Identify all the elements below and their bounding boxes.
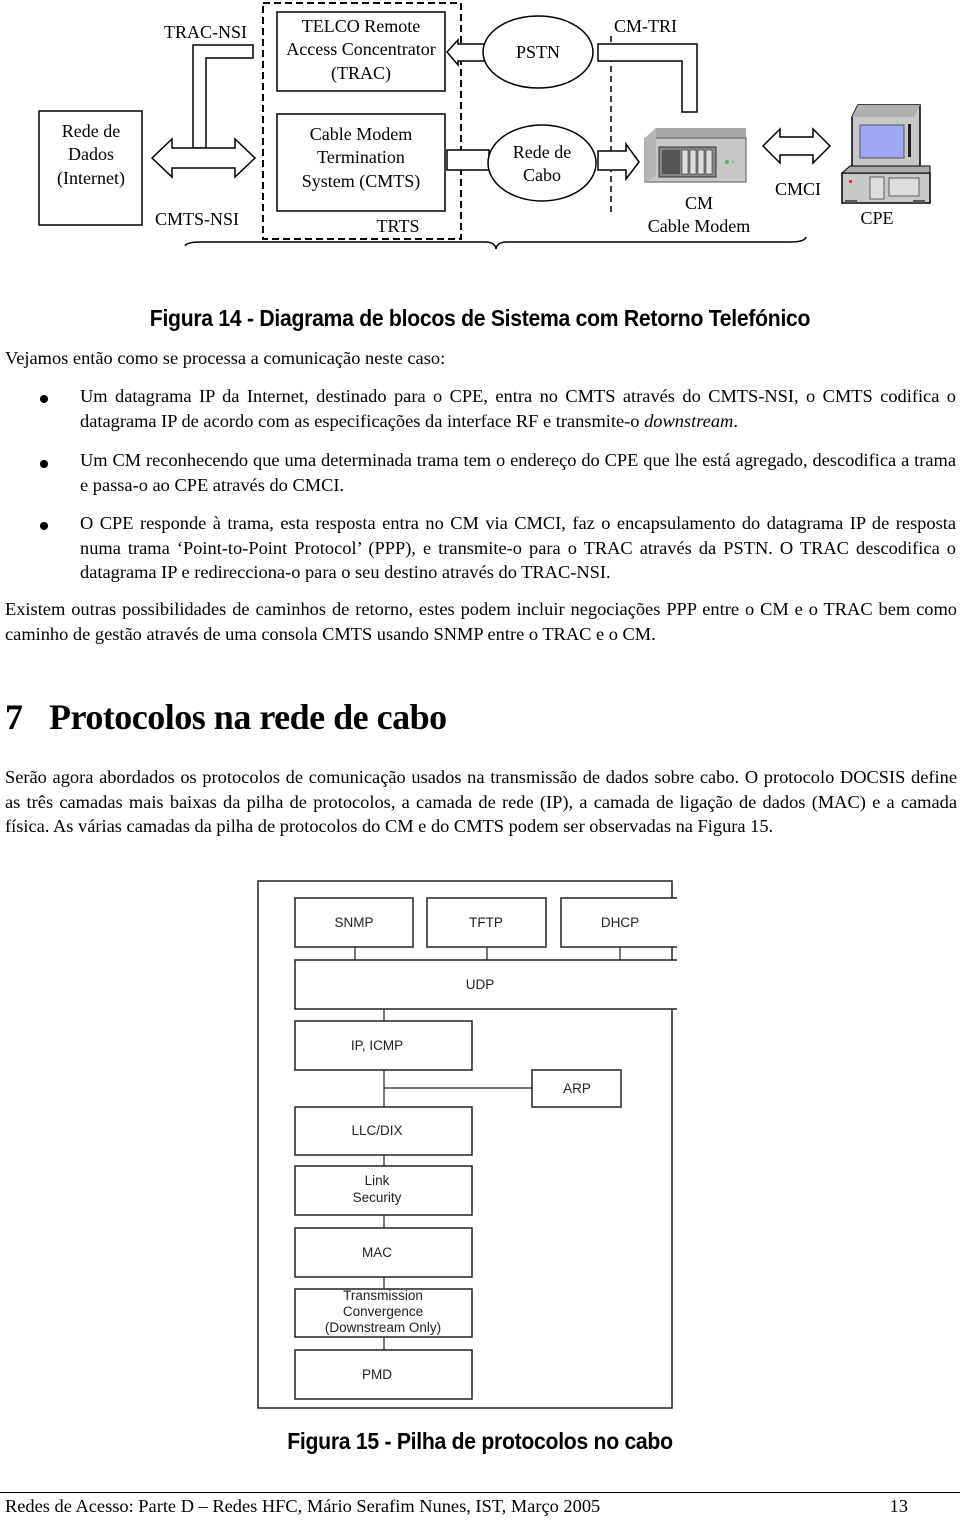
bullet-icon <box>40 522 48 530</box>
rede-dados-label-3: (Internet) <box>57 168 125 189</box>
layer-tc-label-2: Convergence <box>343 1304 423 1319</box>
rede-cabo-label-2: Cabo <box>523 165 561 185</box>
bullet-item-3: O CPE responde à trama, esta resposta en… <box>80 513 956 582</box>
trac-nsi-label: TRAC-NSI <box>164 22 247 42</box>
figure-14-caption: Figura 14 - Diagrama de blocos de Sistem… <box>149 305 811 331</box>
trac-nsi-connector <box>192 44 254 149</box>
bullet-1-tail: . <box>733 410 738 431</box>
cmts-label-1: Cable Modem <box>310 124 412 144</box>
intro-paragraph: Vejamos então como se processa a comunic… <box>5 348 446 368</box>
computer-icon <box>840 104 931 204</box>
rede-dados-label-2: Dados <box>68 144 114 164</box>
trts-label: TRTS <box>377 216 420 236</box>
return-paths-paragraph: Existem outras possibilidades de caminho… <box>5 599 957 644</box>
cmts-label-3: System (CMTS) <box>302 171 421 192</box>
cm-label-1: CM <box>685 193 713 213</box>
cm-tri-label: CM-TRI <box>614 16 677 36</box>
rede-cabo-ellipse <box>487 124 597 202</box>
layer-pmd-label: PMD <box>362 1367 392 1382</box>
cmts-label-2: Termination <box>317 147 405 167</box>
bullet-item-2: Um CM reconhecendo que uma determinada t… <box>80 450 956 495</box>
footer-divider <box>0 1492 960 1493</box>
trac-label-2: Access Concentrator <box>286 39 435 59</box>
figure-15-caption: Figura 15 - Pilha de protocolos no cabo <box>287 1428 673 1454</box>
figure-15-protocol-stack: SNMP TFTP DHCP UDP IP, ICMP ARP LLC/DIX … <box>257 880 677 1409</box>
cpe-label: CPE <box>860 208 893 228</box>
bullet-icon <box>40 395 48 403</box>
cm-label-2: Cable Modem <box>648 216 750 236</box>
bullet-item-1: Um datagrama IP da Internet, destinado p… <box>80 384 956 433</box>
cm-tri-connector <box>597 43 698 113</box>
layer-arp-label: ARP <box>563 1081 591 1096</box>
rede-cabo-label-1: Rede de <box>513 142 571 162</box>
layer-llc-dix-label: LLC/DIX <box>351 1123 402 1138</box>
layer-tftp-label: TFTP <box>469 915 503 930</box>
layer-udp-label: UDP <box>466 977 495 992</box>
trac-label-3: (TRAC) <box>331 63 391 84</box>
layer-tc-label-3: (Downstream Only) <box>325 1320 441 1335</box>
rede-dados-label-1: Rede de <box>62 121 120 141</box>
layer-link-security-label-1: Link <box>365 1173 390 1188</box>
layer-mac-label: MAC <box>362 1245 392 1260</box>
layer-dhcp-label: DHCP <box>601 915 639 930</box>
bullet-1-emphasis: downstream <box>644 410 734 431</box>
cmts-nsi-label: CMTS-NSI <box>155 209 239 229</box>
layer-link-security-label-2: Security <box>353 1190 402 1205</box>
cmts-to-cable-connector <box>446 149 490 171</box>
protocols-paragraph: Serão agora abordados os protocolos de c… <box>5 767 957 836</box>
page-number: 13 <box>889 1496 908 1516</box>
section-number: 7 <box>5 697 23 737</box>
cmci-double-arrow <box>761 127 832 165</box>
bullet-icon <box>40 460 48 468</box>
layer-ip-icmp-label: IP, ICMP <box>351 1038 403 1053</box>
trac-label-1: TELCO Remote <box>302 16 420 36</box>
figure-14-block-diagram: Rede de Dados (Internet) TRAC-NSI CMTS-N… <box>38 2 931 250</box>
footer-text: Redes de Acesso: Parte D – Redes HFC, Má… <box>5 1496 601 1516</box>
layer-snmp-label: SNMP <box>334 915 373 930</box>
section-title: Protocolos na rede de cabo <box>49 697 447 737</box>
cmci-label: CMCI <box>775 179 821 199</box>
bullet-1-text: Um datagrama IP da Internet, destinado p… <box>80 386 956 431</box>
section-heading: 7 Protocolos na rede de cabo <box>5 696 447 738</box>
cable-to-cm-arrow <box>597 141 640 182</box>
pstn-label: PSTN <box>516 42 560 62</box>
layer-tc-label-1: Transmission <box>343 1288 423 1303</box>
